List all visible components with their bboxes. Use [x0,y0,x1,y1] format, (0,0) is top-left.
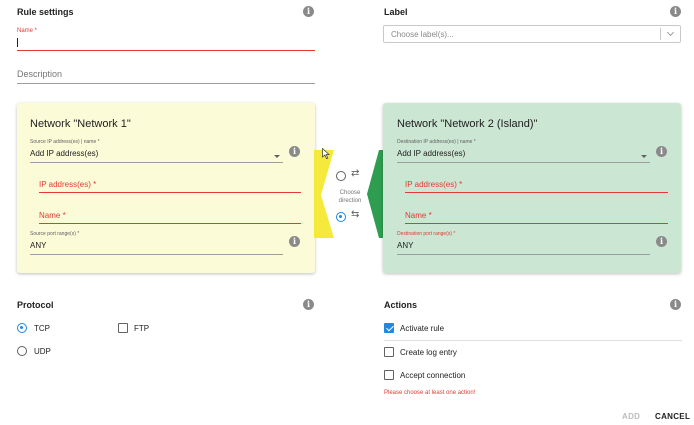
network2-ip-label: IP address(es) * [405,180,463,189]
info-icon[interactable]: i [303,6,314,17]
chevron-down-icon[interactable] [666,28,675,37]
network2-panel: Network "Network 2 (Island)" Destination… [383,103,681,273]
accept-connection-checkbox[interactable] [384,370,394,380]
network1-name-field[interactable]: Name * [39,209,301,225]
actions-divider [384,340,682,341]
network2-title: Network "Network 2 (Island)" [397,118,538,130]
network1-name-underline [39,223,301,224]
network2-name-label: Name * [405,211,432,220]
label-section-title: Label [384,7,408,17]
description-field[interactable]: Description [17,69,315,85]
protocol-option-tcp[interactable]: TCP [17,323,77,335]
dest-ip-value: Add IP address(es) [397,149,466,158]
label-select-placeholder: Choose label(s)... [391,30,454,39]
actions-title: Actions [384,300,418,310]
create-log-label: Create log entry [400,348,457,357]
info-icon[interactable]: i [289,146,300,157]
rule-settings-title: Rule settings [17,7,74,17]
source-ip-value: Add IP address(es) [30,149,99,158]
name-field-label: Name * [17,28,38,34]
create-log-checkbox[interactable] [384,347,394,357]
accept-connection-label: Accept connection [400,371,466,380]
text-caret [17,38,18,47]
activate-rule-checkbox[interactable] [384,323,394,333]
info-icon[interactable]: i [289,236,300,247]
choose-direction-line2: direction [338,198,362,204]
dest-port-field[interactable]: ANY [397,239,650,255]
network2-name-field[interactable]: Name * [405,209,668,225]
activate-rule-label: Activate rule [400,324,445,333]
action-activate-rule[interactable]: Activate rule [384,323,682,335]
direction-right-radio[interactable] [336,171,346,181]
network2-ip-field[interactable]: IP address(es) * [405,178,668,194]
action-create-log[interactable]: Create log entry [384,347,682,359]
arrow-right-icon: ⇄ [351,168,360,179]
dest-ip-select[interactable]: Add IP address(es) [397,147,650,163]
network2-ip-underline [405,192,668,193]
protocol-title: Protocol [17,300,54,310]
network1-name-label: Name * [39,211,66,220]
action-accept-connection[interactable]: Accept connection [384,370,682,382]
udp-radio[interactable] [17,346,27,356]
source-ip-label: Source IP address(es) | name * [30,139,100,145]
network1-title: Network "Network 1" [30,118,131,130]
dropdown-arrow-icon [274,155,280,158]
select-separator [660,28,661,40]
udp-label: UDP [34,347,51,356]
source-port-field[interactable]: ANY [30,239,283,255]
protocol-option-ftp[interactable]: FTP [118,323,178,335]
network1-ip-label: IP address(es) * [39,180,97,189]
source-ip-select[interactable]: Add IP address(es) [30,147,283,163]
dest-ip-label: Destination IP address(es) | name * [397,139,476,145]
source-port-underline [30,254,283,255]
description-placeholder: Description [17,69,63,79]
dest-port-underline [397,254,650,255]
source-port-value: ANY [30,241,47,250]
protocol-option-udp[interactable]: UDP [17,346,77,358]
dropdown-arrow-icon [641,155,647,158]
choose-direction-line1: Choose [339,190,361,196]
source-port-label: Source port range(s) * [30,231,80,237]
arrow-left-icon: ⇆ [351,209,360,220]
dest-ip-underline [397,162,650,163]
description-underline [17,83,315,84]
info-icon[interactable]: i [670,299,681,310]
source-ip-underline [30,162,283,163]
cancel-button[interactable]: CANCEL [655,412,690,421]
tcp-radio[interactable] [17,323,27,333]
name-field-underline [17,50,315,51]
dest-port-label: Destination port range(s) * [397,231,456,237]
actions-error-message: Please choose at least one action! [384,390,476,396]
label-select[interactable]: Choose label(s)... [383,25,681,43]
tcp-label: TCP [34,324,50,333]
info-icon[interactable]: i [656,146,667,157]
mouse-cursor-icon [322,148,330,159]
network1-panel: Network "Network 1" Source IP address(es… [17,103,315,273]
network2-name-underline [405,223,668,224]
ftp-label: FTP [134,324,150,333]
info-icon[interactable]: i [656,236,667,247]
add-button[interactable]: ADD [622,412,640,421]
network1-ip-field[interactable]: IP address(es) * [39,178,301,194]
name-field[interactable]: Name * [17,28,315,52]
network1-ip-underline [39,192,301,193]
direction-left-radio[interactable] [336,212,346,222]
choose-direction-label: Choose direction [330,189,370,205]
info-icon[interactable]: i [670,6,681,17]
dest-port-value: ANY [397,241,414,250]
ftp-checkbox[interactable] [118,323,128,333]
info-icon[interactable]: i [303,299,314,310]
